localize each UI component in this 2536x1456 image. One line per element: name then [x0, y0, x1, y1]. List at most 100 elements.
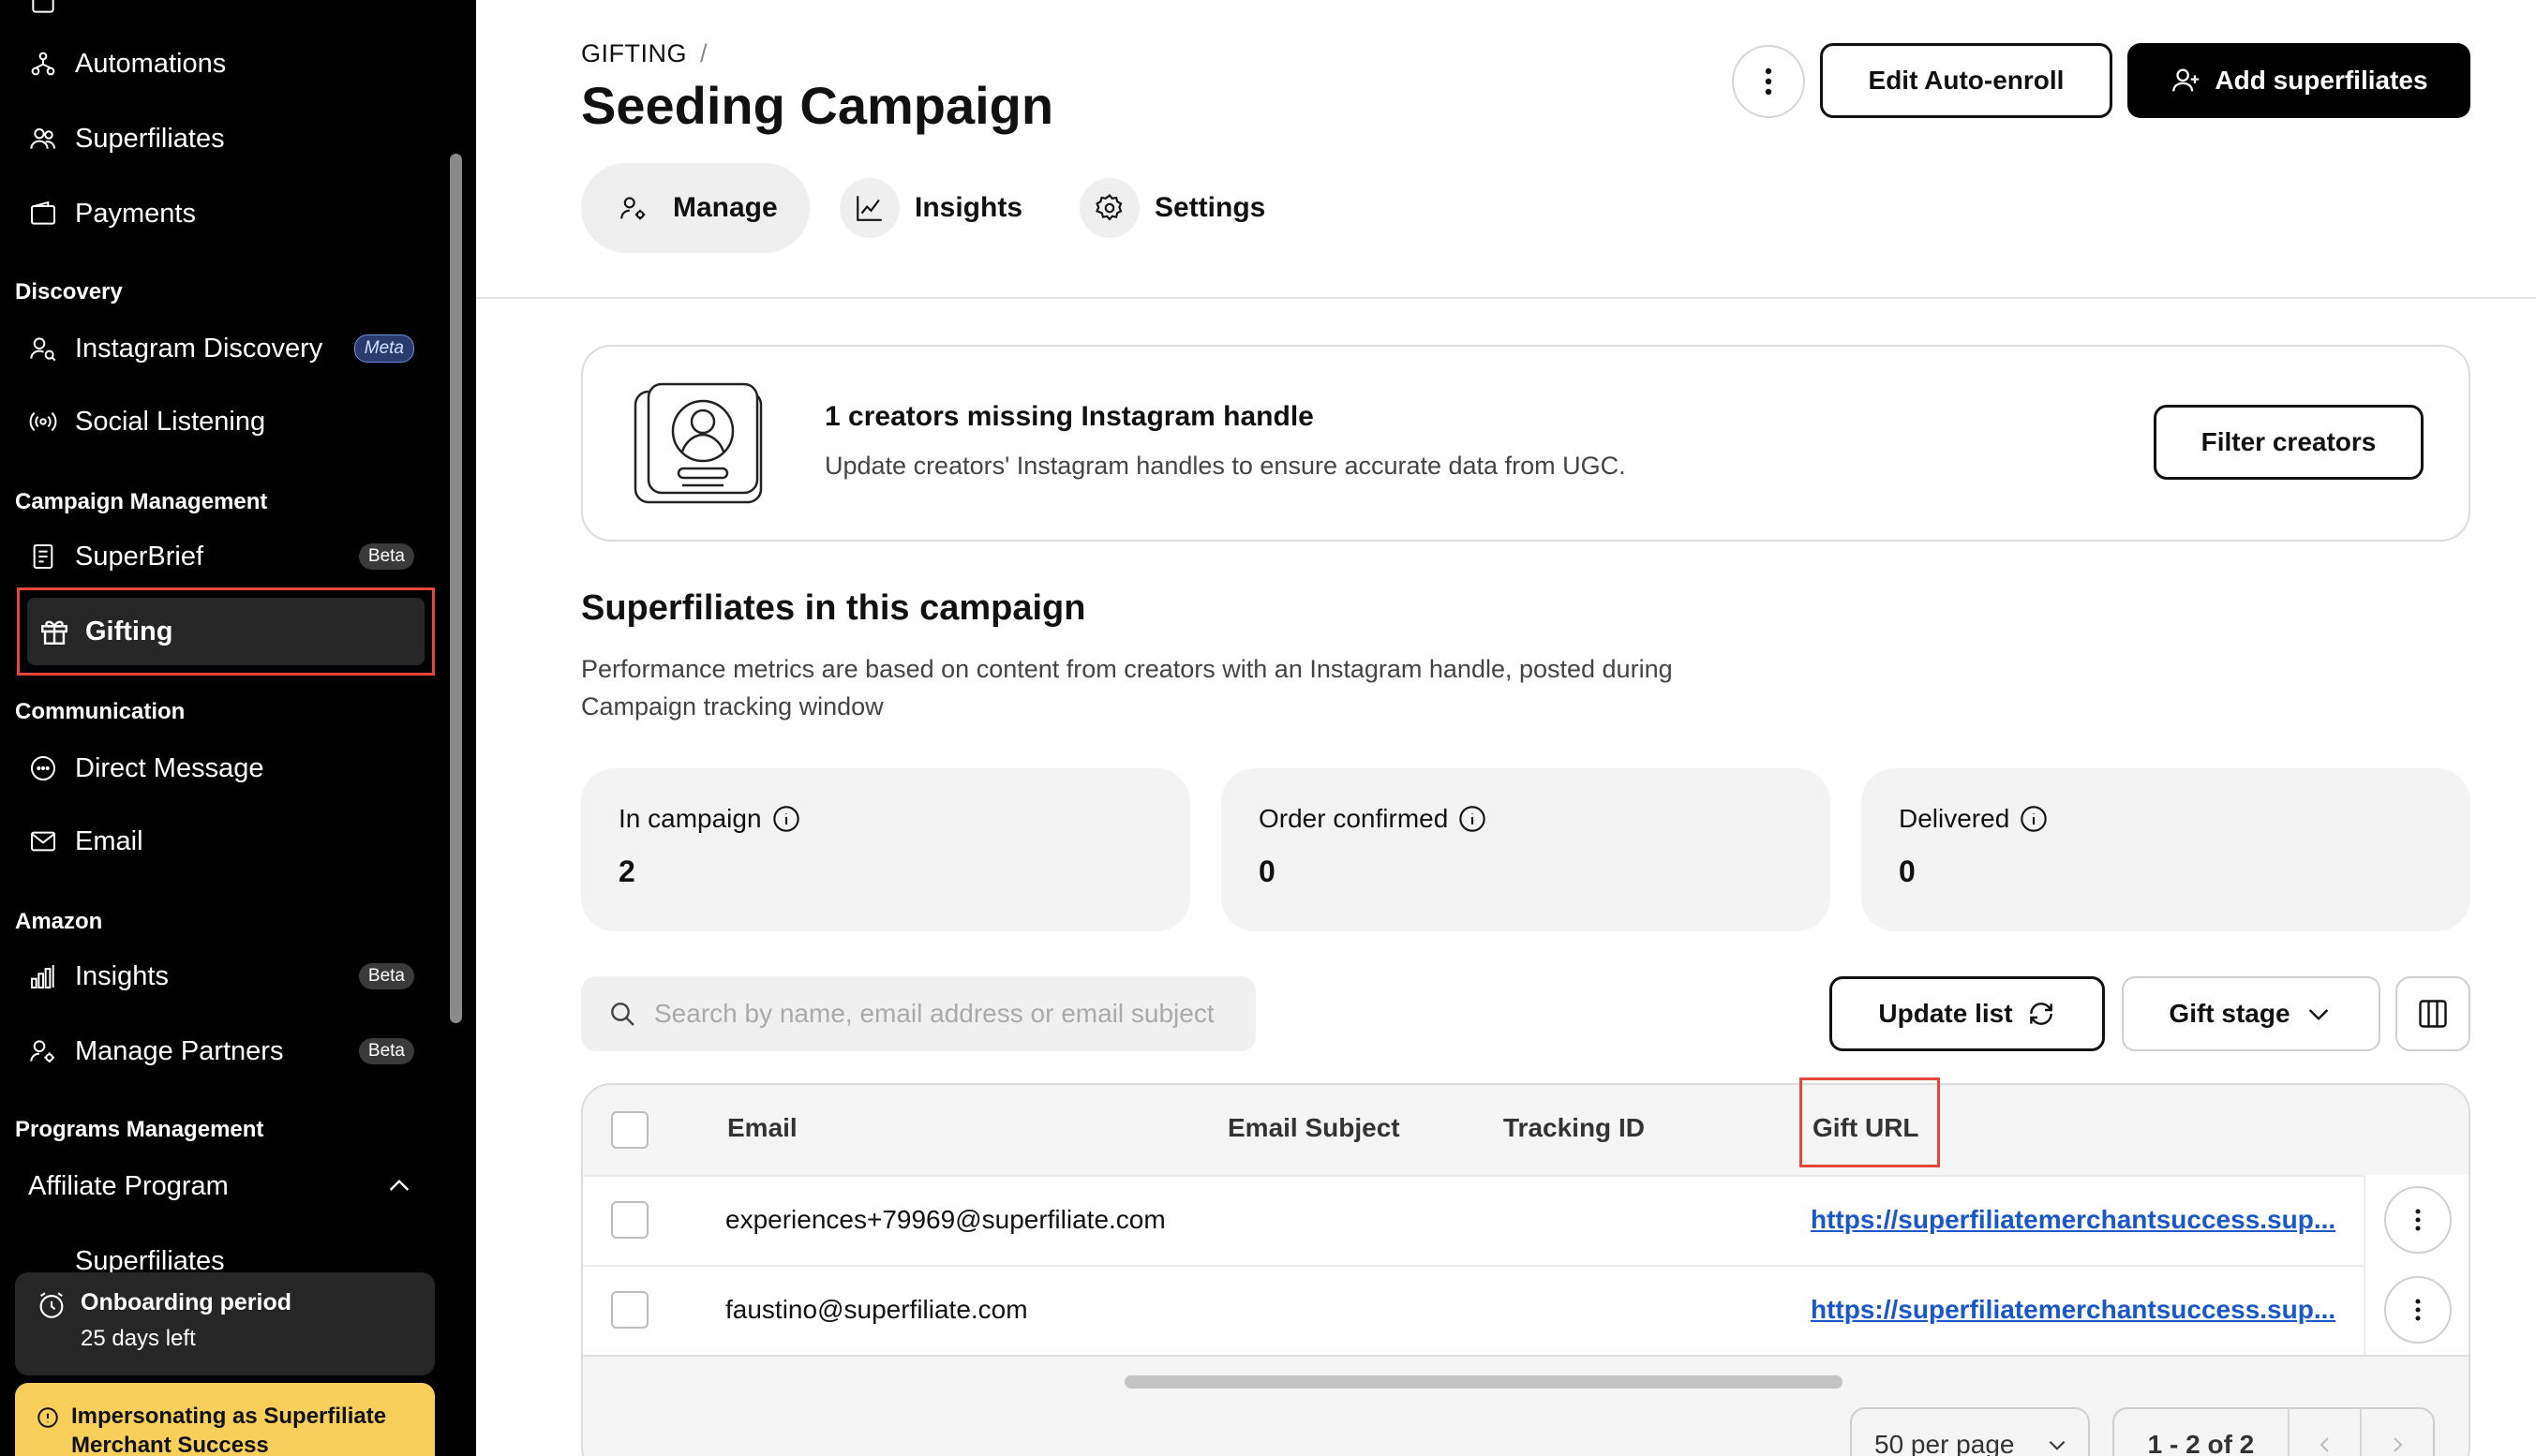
chat-icon: [31, 756, 55, 780]
table-row: experiences+79969@superfiliate.com https…: [583, 1175, 2469, 1265]
edit-auto-enroll-button[interactable]: Edit Auto-enroll: [1820, 43, 2112, 118]
onboarding-subtitle: 25 days left: [81, 1326, 196, 1351]
stat-value: 2: [619, 854, 635, 888]
user-gear-icon: [30, 1040, 54, 1062]
next-page-button[interactable]: [2360, 1409, 2433, 1456]
sidebar-item-instagram-discovery[interactable]: Instagram Discovery Meta: [28, 322, 414, 375]
stat-card-delivered: Delivered 0: [1861, 768, 2470, 931]
section-label-programs-management: Programs Management: [15, 1117, 264, 1142]
beta-badge: Beta: [358, 963, 414, 989]
pagination: 1 - 2 of 2: [2112, 1407, 2435, 1456]
stat-label-text: Delivered: [1899, 804, 2010, 833]
sidebar-item-superfiliates[interactable]: Superfiliates: [28, 112, 225, 165]
row-checkbox[interactable]: [611, 1201, 649, 1239]
info-icon: [37, 1407, 58, 1428]
search-input[interactable]: [654, 999, 1216, 1029]
sidebar-scrollbar[interactable]: [450, 154, 462, 1023]
select-all-checkbox[interactable]: [611, 1111, 649, 1149]
sidebar-item-direct-message[interactable]: Direct Message: [28, 742, 263, 795]
info-icon[interactable]: [2019, 804, 2049, 834]
manage-icon: [620, 197, 646, 220]
row-checkbox[interactable]: [611, 1291, 649, 1329]
breadcrumb: GIFTING /: [581, 39, 708, 68]
search-box[interactable]: [581, 976, 1256, 1051]
table-footer: 50 per page 1 - 2 of 2: [583, 1355, 2469, 1456]
bar-chart-icon: [31, 965, 54, 988]
column-header-tracking-id[interactable]: Tracking ID: [1503, 1113, 1645, 1143]
table-header: Email Email Subject Tracking ID Gift URL: [583, 1085, 2469, 1175]
section-label-campaign-management: Campaign Management: [15, 489, 268, 514]
sidebar-item-social-listening[interactable]: Social Listening: [28, 395, 265, 448]
stat-label-text: Order confirmed: [1259, 804, 1449, 833]
sidebar-item-superbrief[interactable]: SuperBrief Beta: [28, 530, 414, 583]
tab-insights[interactable]: Insights: [840, 163, 1022, 253]
sidebar-item-insights[interactable]: Insights Beta: [28, 950, 414, 1003]
gift-stage-label: Gift stage: [2169, 999, 2290, 1028]
sidebar-item-payments[interactable]: Payments: [28, 187, 196, 240]
sidebar-item-label: Email: [75, 825, 143, 856]
impersonating-text: Impersonating as Superfiliate Merchant S…: [71, 1404, 387, 1456]
onboarding-card: Onboarding period 25 days left: [15, 1272, 435, 1375]
tab-manage[interactable]: Manage: [581, 163, 810, 253]
search-icon: [611, 1003, 634, 1026]
columns-button[interactable]: [2395, 976, 2470, 1051]
filter-creators-button[interactable]: Filter creators: [2154, 405, 2424, 480]
update-list-button[interactable]: Update list: [1829, 976, 2105, 1051]
sidebar-item-label: Insights: [75, 960, 169, 991]
add-superfiliates-button[interactable]: Add superfiliates: [2127, 43, 2470, 118]
wallet-icon: [31, 201, 55, 225]
vertical-dots-icon: [2415, 1209, 2421, 1231]
sidebar: Automations Superfiliates Payments Disco…: [0, 0, 476, 1456]
sidebar-item-label: Payments: [75, 198, 196, 229]
update-list-label: Update list: [1878, 999, 2013, 1028]
column-header-email[interactable]: Email: [727, 1113, 798, 1143]
impersonating-banner[interactable]: Impersonating as Superfiliate Merchant S…: [15, 1383, 435, 1456]
sidebar-item-partial[interactable]: [28, 0, 75, 28]
tab-label: Manage: [673, 192, 778, 223]
chevron-up-icon[interactable]: [384, 1171, 414, 1201]
automations-icon: [31, 52, 55, 76]
document-icon: [33, 544, 53, 569]
chevron-down-icon: [2308, 1009, 2328, 1021]
pagination-range: 1 - 2 of 2: [2147, 1430, 2255, 1456]
sidebar-item-gifting[interactable]: Gifting: [17, 587, 435, 676]
prev-page-button[interactable]: [2287, 1409, 2361, 1456]
sidebar-item-affiliate-program[interactable]: Affiliate Program: [28, 1160, 414, 1212]
chevron-right-icon: [2394, 1437, 2403, 1452]
reporting-icon: [32, 0, 54, 13]
meta-badge: Meta: [353, 334, 414, 363]
column-header-email-subject[interactable]: Email Subject: [1228, 1113, 1400, 1143]
broadcast-icon: [29, 411, 57, 432]
per-page-select[interactable]: 50 per page: [1850, 1407, 2090, 1456]
more-options-button[interactable]: [1732, 45, 1805, 118]
info-icon[interactable]: [1457, 804, 1487, 834]
info-icon[interactable]: [771, 804, 801, 834]
tab-settings[interactable]: Settings: [1080, 163, 1265, 253]
sidebar-item-manage-partners[interactable]: Manage Partners Beta: [28, 1025, 414, 1077]
stat-label-text: In campaign: [619, 804, 762, 833]
user-plus-icon: [2172, 68, 2200, 92]
gift-stage-dropdown[interactable]: Gift stage: [2122, 976, 2380, 1051]
cell-gift-url-link[interactable]: https://superfiliatemerchantsuccess.sup.…: [1811, 1295, 2335, 1325]
row-more-button[interactable]: [2384, 1186, 2452, 1254]
beta-badge: Beta: [358, 543, 414, 570]
section-title: Superfiliates in this campaign: [581, 588, 1086, 628]
breadcrumb-gifting[interactable]: GIFTING: [581, 39, 687, 67]
manage-icon-wrap: [604, 178, 664, 238]
sidebar-item-email[interactable]: Email: [28, 815, 143, 868]
chart-icon: [857, 196, 882, 221]
gear-icon: [1096, 194, 1123, 221]
sidebar-item-automations[interactable]: Automations: [28, 37, 226, 90]
horizontal-scrollbar[interactable]: [1125, 1375, 1842, 1389]
sidebar-item-label: Automations: [75, 48, 227, 79]
sidebar-item-gifting-active[interactable]: Gifting: [27, 598, 425, 665]
alarm-clock-icon: [39, 1292, 64, 1318]
row-more-button[interactable]: [2384, 1276, 2452, 1344]
stat-label: Order confirmed: [1259, 804, 1830, 834]
users-icon: [30, 128, 55, 149]
gift-url-highlight: [1799, 1077, 1940, 1167]
superfiliates-table: Email Email Subject Tracking ID Gift URL…: [581, 1083, 2470, 1456]
cell-gift-url-link[interactable]: https://superfiliatemerchantsuccess.sup.…: [1811, 1205, 2335, 1235]
section-label-discovery: Discovery: [15, 279, 123, 305]
profile-card-icon: [634, 382, 763, 504]
